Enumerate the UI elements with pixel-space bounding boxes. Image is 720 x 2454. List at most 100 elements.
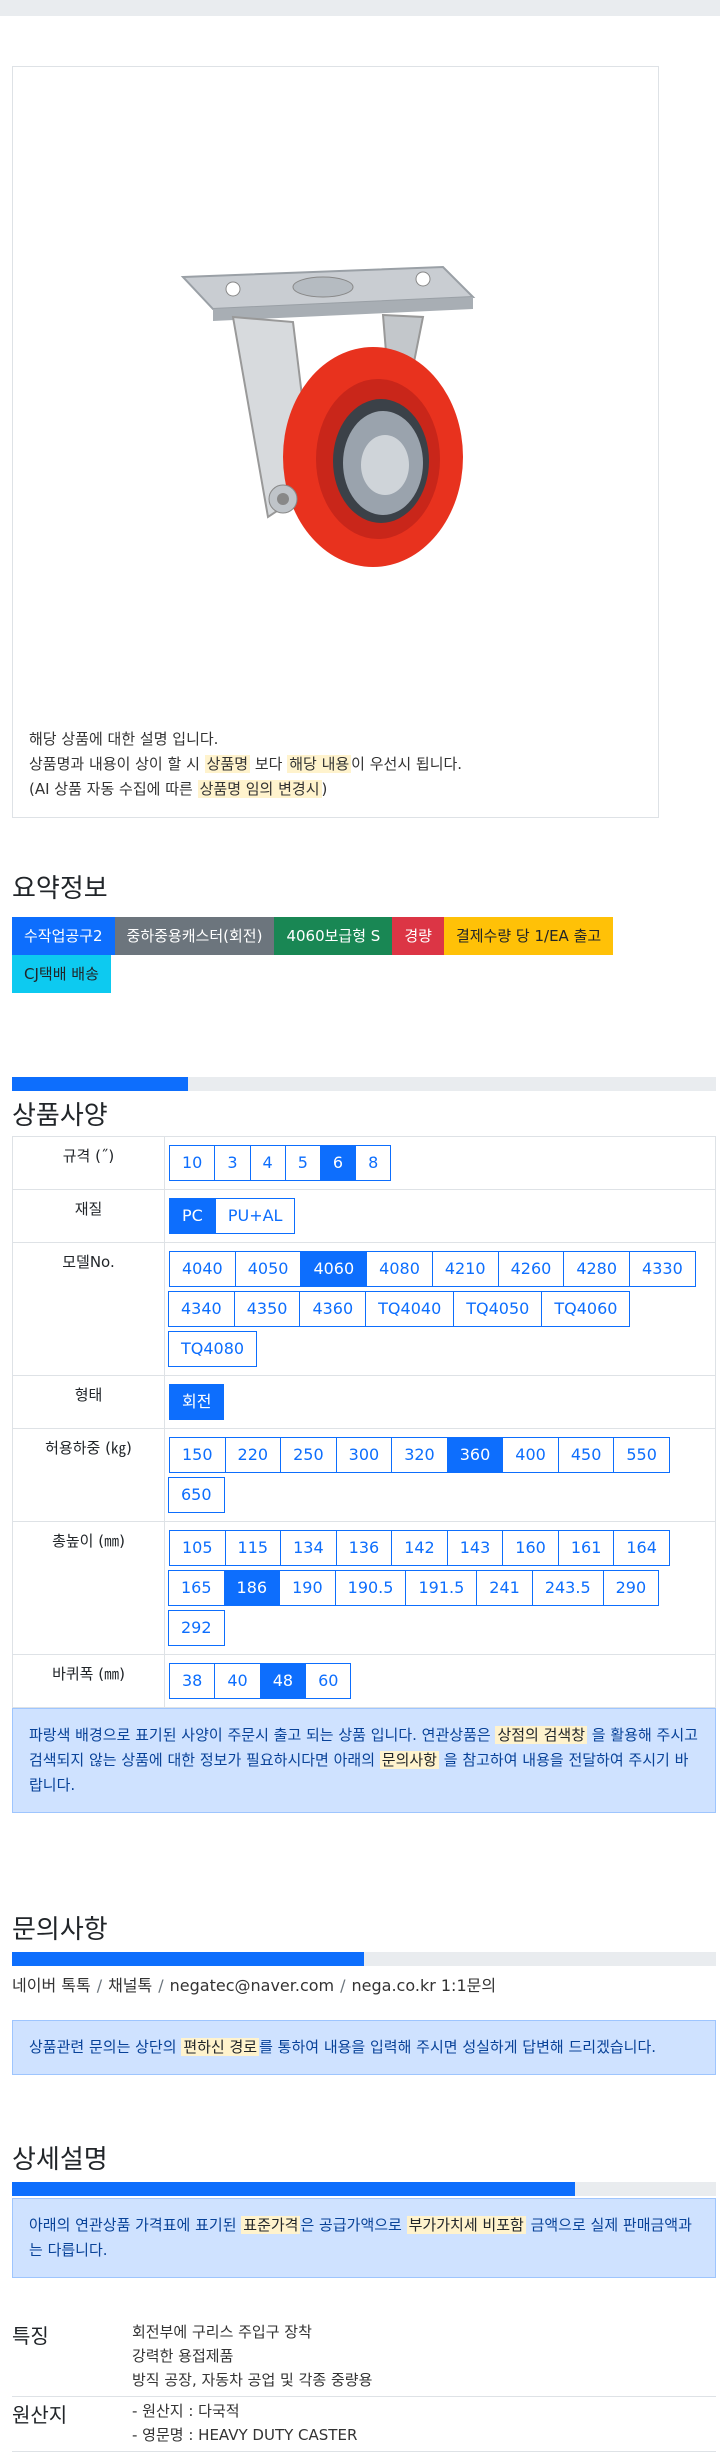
feature-value: 방직 공장, 자동차 공업 및 각종 중량용: [132, 2371, 373, 2389]
spec-option-button[interactable]: 320: [391, 1437, 448, 1473]
link-naver-talk[interactable]: 네이버 톡톡: [12, 1976, 91, 1995]
spec-progress-bar: [12, 1077, 716, 1091]
badge: 결제수량 당 1/EA 출고: [443, 917, 614, 955]
features-list: 특징 회전부에 구리스 주입구 장착강력한 용접제품방직 공장, 자동차 공업 및…: [12, 2320, 716, 2452]
inquiry-section: 문의사항 네이버 톡톡 / 채널톡 / negatec@naver.com / nega.c…: [12, 1909, 716, 2075]
spec-options: 회전: [164, 1375, 716, 1429]
spec-option-button[interactable]: 190.5: [334, 1570, 407, 1606]
spec-option-button[interactable]: 38: [169, 1663, 216, 1699]
spec-row: 총높이 (㎜) 105 115 134 136 142 143 160 161 164 165 186…: [12, 1521, 716, 1655]
spec-label: 규격 (˝): [12, 1136, 165, 1190]
badge: 경량: [392, 917, 444, 955]
spec-option-button[interactable]: 243.5: [531, 1570, 604, 1606]
spec-label: 허용하중 (㎏): [12, 1428, 165, 1522]
feature-label: 특징: [12, 2324, 49, 2348]
spec-option-button[interactable]: 143: [446, 1530, 504, 1566]
detail-title: 상세설명: [12, 2145, 108, 2175]
image-notes: 해당 상품에 대한 설명 입니다. 상품명과 내용이 상이 할 시 상품명 보다…: [29, 727, 462, 802]
spec-option-button[interactable]: 115: [224, 1530, 282, 1566]
link-email[interactable]: negatec@naver.com: [170, 1976, 334, 1995]
inquiry-links: 네이버 톡톡 / 채널톡 / negatec@naver.com / nega.co.kr …: [12, 1976, 497, 1995]
spec-option-button[interactable]: 241: [476, 1570, 533, 1606]
spec-option-button[interactable]: TQ4050: [453, 1291, 543, 1327]
spec-option-button[interactable]: TQ4060: [541, 1291, 631, 1327]
spec-option-button[interactable]: 142: [391, 1530, 448, 1566]
spec-option-button[interactable]: 300: [335, 1437, 393, 1473]
spec-option-button[interactable]: 250: [280, 1437, 337, 1473]
spec-option-button[interactable]: 4280: [563, 1251, 631, 1287]
feature-value: 회전부에 구리스 주입구 장착: [132, 2323, 312, 2341]
spec-option-button[interactable]: 165: [168, 1570, 225, 1606]
detail-progress-bar: [12, 2182, 716, 2196]
summary-badges: 수작업공구2 중하중용캐스터(회전) 4060보급형 S 경량 결제수량 당 1…: [12, 917, 692, 993]
spec-option-button[interactable]: 60: [305, 1663, 352, 1699]
spec-options: PC PU+AL: [164, 1189, 716, 1243]
spec-options: 10 3 4 5 6 8: [164, 1136, 716, 1190]
spec-option-button[interactable]: 292: [168, 1610, 225, 1646]
spec-row: 재질 PC PU+AL: [12, 1189, 716, 1243]
feature-row: 특징 회전부에 구리스 주입구 장착강력한 용접제품방직 공장, 자동차 공업 및…: [12, 2320, 716, 2397]
spec-option-button[interactable]: 290: [602, 1570, 660, 1606]
note-line-2: 상품명과 내용이 상이 할 시 상품명 보다 해당 내용 이 우선시 됩니다.: [29, 755, 463, 773]
spec-option-button[interactable]: 191.5: [405, 1570, 478, 1606]
spec-option-button[interactable]: 4: [249, 1145, 286, 1181]
spec-option-button[interactable]: 4040: [169, 1251, 236, 1287]
link-site-inquiry[interactable]: nega.co.kr 1:1문의: [352, 1976, 497, 1995]
spec-option-button[interactable]: PC: [169, 1198, 216, 1234]
spec-label: 형태: [12, 1375, 165, 1429]
spec-option-button[interactable]: 5: [284, 1145, 321, 1181]
spec-option-button[interactable]: 10: [169, 1145, 216, 1181]
badge: 4060보급형 S: [274, 917, 393, 955]
detail-section: 상세설명 아래의 연관상품 가격표에 표기된 표준가격 은 공급가액으로 부가가치…: [12, 2139, 716, 2452]
spec-option-button[interactable]: 4360: [299, 1291, 367, 1327]
spec-option-button[interactable]: 150: [169, 1437, 226, 1473]
spec-option-button[interactable]: 650: [168, 1477, 225, 1513]
inquiry-notice: 상품관련 문의는 상단의 편하신 경로 를 통하여 내용을 입력해 주시면 성실하…: [12, 2020, 716, 2075]
spec-option-button[interactable]: 360: [446, 1437, 504, 1473]
spec-options: 150 220 250 300 320 360 400 450 550 650: [164, 1428, 716, 1522]
spec-option-button[interactable]: 186: [223, 1570, 281, 1606]
spec-option-button[interactable]: PU+AL: [214, 1198, 296, 1234]
feature-values: 회전부에 구리스 주입구 장착강력한 용접제품방직 공장, 자동차 공업 및 각…: [132, 2320, 372, 2392]
spec-option-button[interactable]: 4330: [629, 1251, 696, 1287]
feature-row: 원산지 - 원산지 : 다국적 - 영문명 : HEAVY DUTY CASTER: [12, 2399, 716, 2452]
spec-option-button[interactable]: 48: [259, 1663, 307, 1699]
spec-options: 105 115 134 136 142 143 160 161 164 165 186 190 190.…: [164, 1521, 716, 1655]
spec-options: 4040 4050 4060 4080 4210 4260 4280 4330 4340 4350…: [164, 1242, 716, 1376]
spec-option-button[interactable]: 105: [169, 1530, 226, 1566]
spec-option-button[interactable]: 136: [335, 1530, 393, 1566]
spec-option-button[interactable]: 6: [319, 1145, 357, 1181]
spec-option-button[interactable]: TQ4040: [365, 1291, 455, 1327]
link-channel-talk[interactable]: 채널톡: [108, 1976, 152, 1995]
spec-option-button[interactable]: 161: [557, 1530, 615, 1566]
spec-option-button[interactable]: 4060: [300, 1251, 368, 1287]
spec-option-button[interactable]: 8: [355, 1145, 392, 1181]
spec-option-button[interactable]: TQ4080: [168, 1331, 258, 1367]
spec-option-button[interactable]: 220: [224, 1437, 282, 1473]
spec-option-button[interactable]: 400: [502, 1437, 559, 1473]
spec-option-button[interactable]: 550: [613, 1437, 670, 1473]
feature-value: 강력한 용접제품: [132, 2347, 234, 2365]
spec-row: 바퀴폭 (㎜) 38 40 48 60: [12, 1654, 716, 1708]
spec-option-button[interactable]: 회전: [169, 1384, 225, 1420]
feature-value: - 원산지 : 다국적: [132, 2402, 240, 2420]
spec-option-button[interactable]: 4350: [233, 1291, 301, 1327]
spec-option-button[interactable]: 4080: [366, 1251, 433, 1287]
feature-label: 원산지: [12, 2403, 68, 2427]
spec-option-button[interactable]: 134: [280, 1530, 337, 1566]
spec-option-button[interactable]: 190: [279, 1570, 336, 1606]
spec-notice: 파랑색 배경으로 표기된 사양이 주문시 출고 되는 상품 입니다. 연관상품은…: [12, 1708, 716, 1813]
spec-option-button[interactable]: 4050: [234, 1251, 302, 1287]
spec-row: 형태 회전: [12, 1375, 716, 1429]
spec-option-button[interactable]: 450: [557, 1437, 615, 1473]
spec-option-button[interactable]: 40: [214, 1663, 261, 1699]
spec-option-button[interactable]: 3: [214, 1145, 251, 1181]
spec-option-button[interactable]: 4210: [431, 1251, 499, 1287]
spec-option-button[interactable]: 160: [502, 1530, 559, 1566]
note-line-1: 해당 상품에 대한 설명 입니다.: [29, 730, 219, 748]
spec-option-button[interactable]: 4340: [168, 1291, 235, 1327]
spec-option-button[interactable]: 164: [613, 1530, 670, 1566]
spec-label: 모델No.: [12, 1242, 165, 1376]
spec-section: 상품사양 규격 (˝) 10 3 4 5 6 8 재질 PC PU+AL 모델No. 4040 4050…: [12, 1077, 716, 1813]
spec-option-button[interactable]: 4260: [497, 1251, 565, 1287]
